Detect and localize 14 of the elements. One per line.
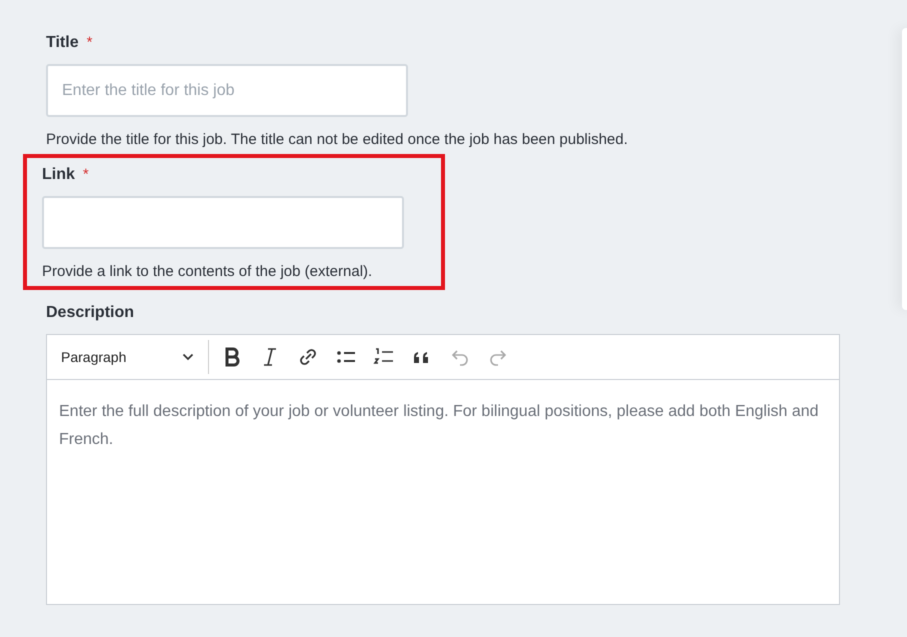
link-icon [297,346,319,368]
help-text: Provide the title for this job. The title can not be edited once the job has been published. [46,131,628,148]
input-field[interactable] [42,196,404,249]
rich-text-editor[interactable]: Paragraph Enter the full description of your job or volunteer listing. For bilingual positions, please add both English and French. [46,334,840,605]
input-field[interactable]: Enter the title for this job [46,64,408,117]
chevron-icon [182,353,194,361]
format-dropdown[interactable]: Paragraph [55,349,200,365]
required-mark: * [86,34,92,51]
required-mark: * [82,166,89,183]
field-label: Title [46,34,79,52]
help-text: Provide a link to the contents of the job (external). [42,263,372,280]
field-label: Link [42,166,75,184]
editor-placeholder: Enter the full description of your job or volunteer listing. For bilingual positions, please add both English and French. [58,402,820,450]
field-label: Description [46,304,134,322]
